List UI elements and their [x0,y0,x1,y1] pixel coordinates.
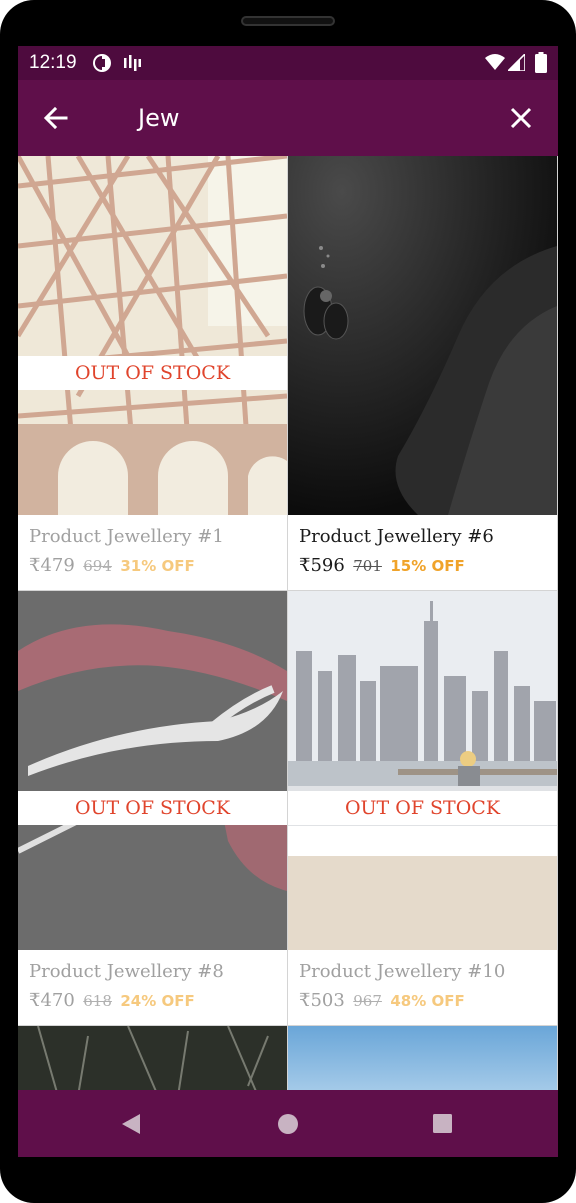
product-price: ₹470 [29,990,75,1011]
cell-signal-icon [508,54,525,71]
product-card-partial[interactable] [18,1026,287,1090]
product-mrp: 701 [353,557,382,575]
product-price: ₹479 [29,555,75,576]
product-mrp: 967 [353,992,382,1010]
product-price: ₹596 [299,555,345,576]
speaker-grille [241,16,335,26]
product-image [288,156,557,515]
status-bar: 12:19 [18,46,558,80]
app-bar: Jew [18,80,558,156]
out-of-stock-badge: OUT OF STOCK [18,356,287,390]
product-name: Product Jewellery #6 [299,526,494,547]
product-card-partial[interactable] [288,1026,557,1090]
discount-label: 24% OFF [120,992,195,1010]
battery-icon [535,52,547,73]
wifi-icon [485,54,505,70]
product-card[interactable]: Product Jewellery #6 ₹596 701 15% OFF [288,156,557,590]
close-icon[interactable] [505,102,537,134]
discount-label: 48% OFF [390,992,465,1010]
discount-label: 31% OFF [120,557,195,575]
product-name: Product Jewellery #8 [29,961,224,982]
disabled-overlay [288,591,557,950]
product-card[interactable]: OUT OF STOCK Product Jewellery #10 ₹503 … [288,591,557,1025]
product-mrp: 694 [83,557,112,575]
discount-label: 15% OFF [390,557,465,575]
phone-frame: 12:19 Jew OUT OF STOCK Product Jewellery… [0,0,576,1203]
disabled-overlay [18,591,287,950]
price-row: ₹470 618 24% OFF [29,990,195,1011]
product-name: Product Jewellery #1 [29,526,224,547]
circle-home-icon[interactable] [277,1113,299,1135]
search-query[interactable]: Jew [138,104,179,132]
product-grid: OUT OF STOCK Product Jewellery #1 ₹479 6… [18,156,558,1090]
disabled-overlay [18,156,287,515]
sim-icon [124,55,141,71]
square-recents-icon[interactable] [432,1113,453,1134]
product-card[interactable]: OUT OF STOCK Product Jewellery #8 ₹470 6… [18,591,287,1025]
status-time: 12:19 [29,52,77,73]
out-of-stock-badge: OUT OF STOCK [288,791,557,825]
product-mrp: 618 [83,992,112,1010]
product-card[interactable]: OUT OF STOCK Product Jewellery #1 ₹479 6… [18,156,287,590]
product-image [18,1026,287,1090]
screen: 12:19 Jew OUT OF STOCK Product Jewellery… [18,46,558,1157]
notification-icon [93,54,111,72]
price-row: ₹503 967 48% OFF [299,990,465,1011]
price-row: ₹479 694 31% OFF [29,555,195,576]
system-nav-bar [18,1090,558,1157]
triangle-back-icon[interactable] [120,1112,142,1136]
product-price: ₹503 [299,990,345,1011]
out-of-stock-badge: OUT OF STOCK [18,791,287,825]
price-row: ₹596 701 15% OFF [299,555,465,576]
product-image [288,1026,557,1090]
arrow-back-icon[interactable] [40,102,72,134]
product-name: Product Jewellery #10 [299,961,506,982]
